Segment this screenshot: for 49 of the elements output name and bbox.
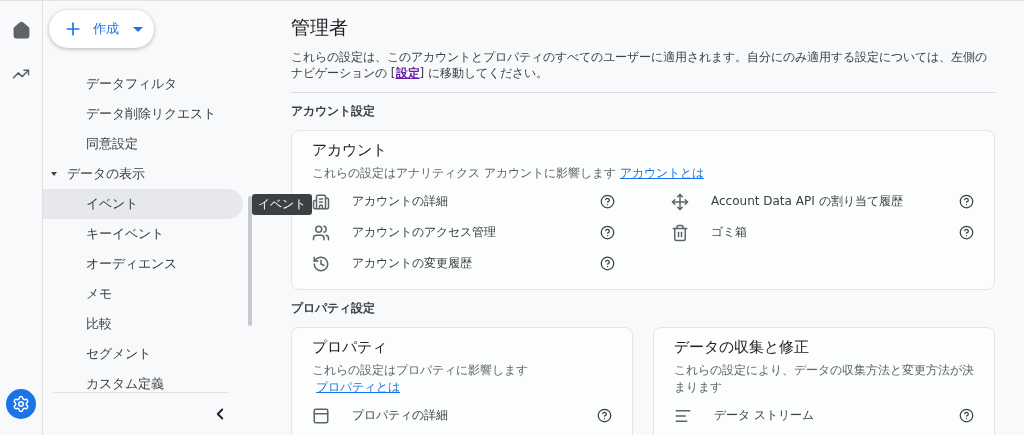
sidebar-item[interactable]: 同意設定 (43, 129, 243, 159)
sidebar-item[interactable]: メモ (43, 279, 243, 309)
card-title: データの収集と修正 (674, 338, 810, 357)
settings-link[interactable]: Account Data API の割り当て履歴 (711, 193, 959, 210)
card-title: プロパティ (312, 338, 388, 357)
sidebar-item[interactable]: 比較 (43, 309, 243, 339)
window-icon (312, 406, 330, 425)
scrollbar[interactable] (248, 196, 252, 326)
tooltip: イベント (252, 194, 312, 215)
settings-link[interactable]: ゴミ箱 (711, 224, 959, 241)
building-icon (312, 192, 330, 211)
group-label: データの表示 (67, 165, 145, 183)
settings-link[interactable]: 設定 (395, 66, 420, 80)
sidebar-item[interactable]: オーディエンス (43, 249, 243, 279)
help-icon[interactable] (600, 194, 615, 209)
sidebar-item[interactable]: イベント (43, 189, 243, 219)
four-arrows-icon (671, 192, 689, 211)
create-button[interactable]: 作成 (49, 10, 154, 48)
help-icon[interactable] (959, 225, 974, 240)
settings-link[interactable]: アカウントのアクセス管理 (352, 224, 600, 241)
settings-link[interactable]: データ ストリーム (714, 407, 959, 424)
section-label: アカウント設定 (291, 103, 376, 120)
trash-icon (671, 223, 689, 242)
card-subtitle: これらの設定はアナリティクス アカウントに影響します アカウントとは (312, 165, 705, 182)
people-icon (312, 223, 330, 242)
sidebar-item[interactable]: キーイベント (43, 219, 243, 249)
section-label: プロパティ設定 (291, 300, 376, 317)
help-link[interactable]: アカウントとは (619, 166, 704, 180)
card-title: アカウント (312, 141, 388, 160)
sidebar-item[interactable]: データフィルタ (43, 69, 243, 99)
settings-icon[interactable] (6, 389, 36, 419)
card-subtitle: これらの設定はプロパティに影響します プロパティとは (312, 362, 529, 396)
help-icon[interactable] (600, 225, 615, 240)
settings-link[interactable]: プロパティの詳細 (352, 407, 597, 424)
settings-link[interactable]: アカウントの変更履歴 (352, 255, 600, 272)
sidebar-item[interactable]: セグメント (43, 339, 243, 369)
sidebar-group[interactable]: データの表示 (43, 159, 249, 189)
sidebar-item[interactable]: データ削除リクエスト (43, 99, 243, 129)
description: これらの設定は、このアカウントとプロパティのすべてのユーザーに適用されます。自分にのみ適用する設定については、左側のナビゲーションの [設定] に移動してください。 (291, 49, 995, 93)
page-title: 管理者 (291, 15, 349, 40)
history-icon (312, 254, 330, 273)
card-subtitle: これらの設定により、データの収集方法と変更方法が決まります (674, 362, 974, 396)
help-icon[interactable] (600, 256, 615, 271)
settings-link[interactable]: アカウントの詳細 (352, 193, 600, 210)
help-icon[interactable] (959, 194, 974, 209)
help-link[interactable]: プロパティとは (316, 380, 400, 394)
help-icon[interactable] (959, 408, 974, 423)
help-icon[interactable] (597, 408, 612, 423)
sidebar-item[interactable]: カスタム定義 (43, 369, 243, 392)
